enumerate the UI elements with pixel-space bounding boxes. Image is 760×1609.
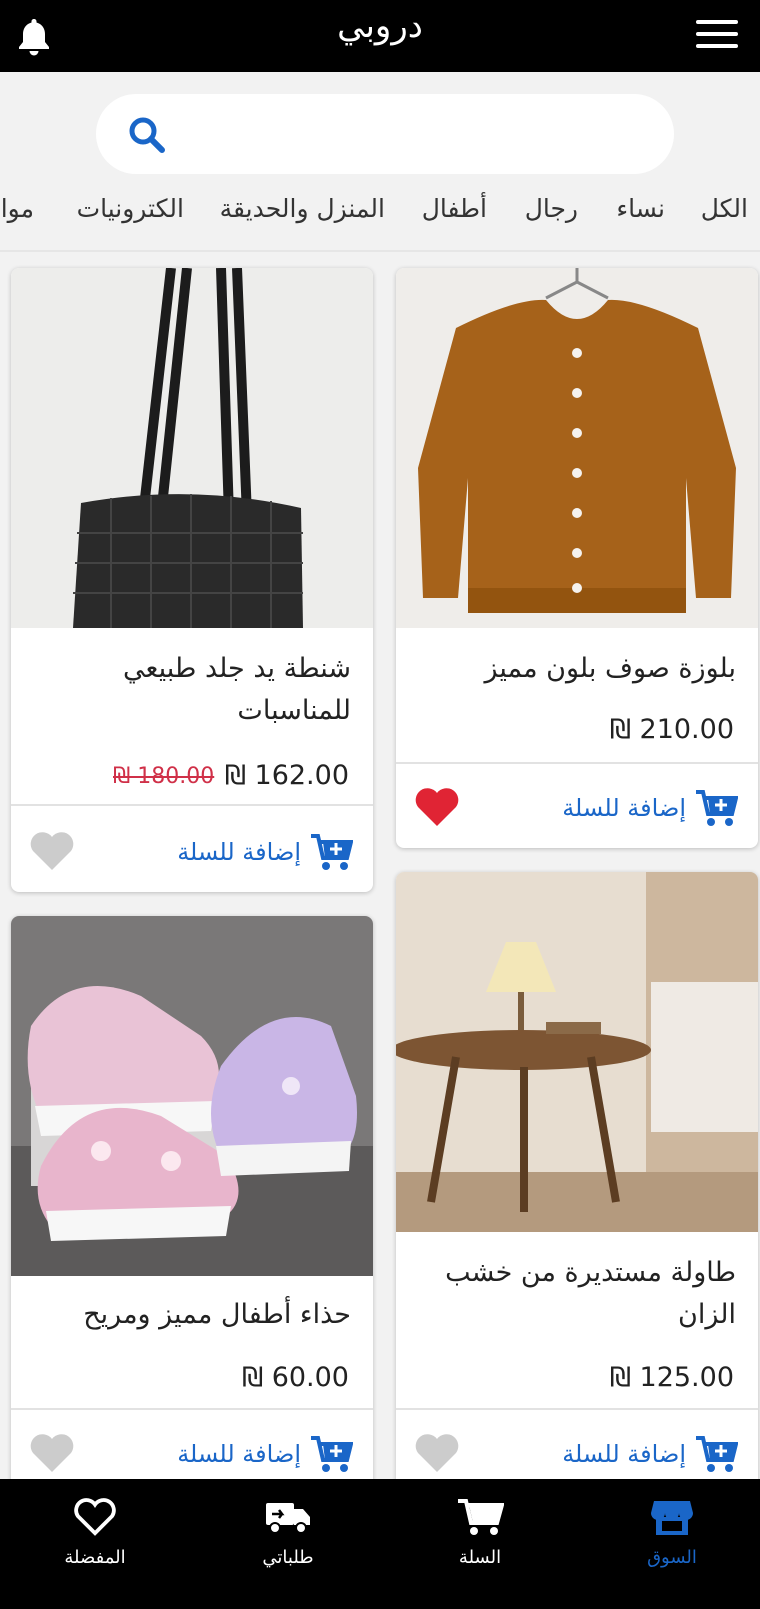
card-separator [396,762,758,764]
search-icon[interactable] [126,114,168,156]
add-to-cart-label: إضافة للسلة [177,1440,301,1468]
product-image-kids-shoes[interactable] [11,916,373,1276]
delivery-truck-icon [266,1503,310,1534]
add-to-cart-icon [696,790,738,826]
product-price: ₪ 210.00 [609,714,734,745]
nav-cart[interactable]: السلة [385,1489,575,1599]
nav-orders[interactable]: طلباتي [193,1489,383,1599]
product-image-table[interactable] [396,872,758,1232]
add-to-cart-label: إضافة للسلة [177,838,301,866]
add-to-cart-button[interactable]: إضافة للسلة [177,830,353,874]
product-image-handbag[interactable] [11,268,373,628]
search-input[interactable] [184,112,644,156]
category-women[interactable]: نساء [616,194,665,223]
product-name: شنطة يد جلد طبيعي للمناسبات [123,653,351,726]
category-home-garden[interactable]: المنزل والحديقة [220,194,385,223]
heart-icon [74,1498,116,1536]
add-to-cart-button[interactable]: إضافة للسلة [177,1432,353,1476]
product-image-sweater[interactable] [396,268,758,628]
category-more[interactable]: موا [1,194,34,223]
nav-favorites[interactable]: المفضلة [0,1489,190,1599]
heart-icon[interactable] [414,1432,460,1474]
add-to-cart-label: إضافة للسلة [562,794,686,822]
heart-icon[interactable] [414,786,460,828]
category-kids[interactable]: أطفال [422,194,487,223]
product-name: بلوزة صوف بلون مميز [484,653,736,684]
app-title: دروبي [337,6,423,46]
product-price: ₪ 60.00 [241,1362,349,1393]
card-separator [11,804,373,806]
category-all[interactable]: الكل [701,194,748,223]
nav-market[interactable]: السوق [577,1489,760,1599]
nav-cart-label: السلة [458,1547,502,1568]
store-icon [651,1501,693,1535]
product-card[interactable]: طاولة مستديرة من خشب الزان ₪ 125.00 إضاف… [396,872,758,1512]
product-card[interactable]: بلوزة صوف بلون مميز ₪ 210.00 إضافة للسلة [396,268,758,848]
nav-orders-label: طلباتي [262,1547,314,1568]
product-card[interactable]: شنطة يد جلد طبيعي للمناسبات ₪ 162.00 ₪ 1… [11,268,373,892]
add-to-cart-label: إضافة للسلة [562,1440,686,1468]
product-price: ₪ 162.00 [224,760,349,791]
nav-favorites-label: المفضلة [64,1547,126,1568]
card-separator [396,1408,758,1410]
product-card[interactable]: حذاء أطفال مميز ومريح ₪ 60.00 إضافة للسل… [11,916,373,1512]
add-to-cart-icon [696,1436,738,1472]
add-to-cart-icon [311,1436,353,1472]
product-name: طاولة مستديرة من خشب الزان [445,1257,736,1330]
divider [0,250,760,252]
add-to-cart-button[interactable]: إضافة للسلة [562,786,738,830]
product-price: ₪ 125.00 [609,1362,734,1393]
top-bar: دروبي [0,0,760,72]
product-old-price: ₪ 180.00 [113,764,215,789]
add-to-cart-icon [311,834,353,870]
hamburger-menu-icon[interactable] [696,20,738,52]
cart-icon [458,1499,504,1535]
category-men[interactable]: رجال [525,194,578,223]
bottom-navigation: السوق السلة طلباتي المفضلة [0,1479,760,1609]
heart-icon[interactable] [29,1432,75,1474]
add-to-cart-button[interactable]: إضافة للسلة [562,1432,738,1476]
heart-icon[interactable] [29,830,75,872]
product-name: حذاء أطفال مميز ومريح [83,1299,351,1330]
card-separator [11,1408,373,1410]
category-electronics[interactable]: الكترونيات [77,194,184,223]
nav-market-label: السوق [647,1547,697,1568]
search-bar[interactable] [96,94,674,174]
category-tabs: الكل نساء رجال أطفال المنزل والحديقة الك… [0,186,760,242]
